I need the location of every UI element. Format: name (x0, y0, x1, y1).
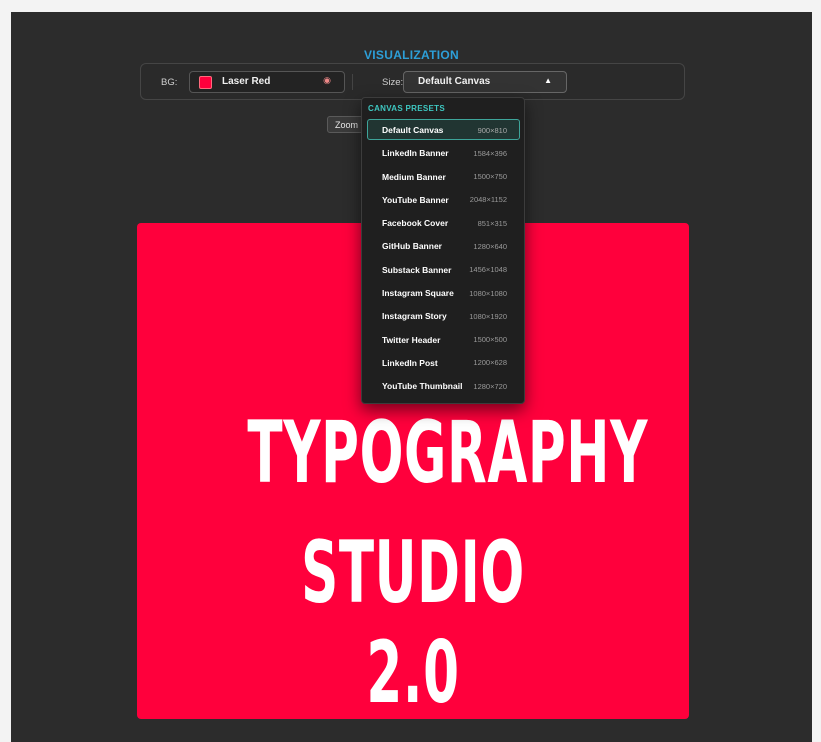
preset-dimensions: 1584×396 (473, 148, 507, 158)
preset-option[interactable]: Substack Banner 1456×1048 (367, 259, 520, 280)
preset-name: LinkedIn Banner (382, 148, 449, 159)
preset-list: Default Canvas 900×810 LinkedIn Banner 1584… (367, 119, 520, 399)
preset-name: YouTube Banner (382, 194, 449, 205)
preset-dimensions: 1280×640 (473, 241, 507, 251)
preset-dimensions: 1500×500 (473, 335, 507, 345)
preset-name: Medium Banner (382, 171, 446, 182)
preset-dimensions: 851×315 (477, 218, 507, 228)
preset-option[interactable]: Instagram Square 1080×1080 (367, 282, 520, 303)
preset-dimensions: 1080×1920 (469, 311, 507, 321)
preset-name: Substack Banner (382, 264, 452, 275)
preset-option[interactable]: Instagram Story 1080×1920 (367, 305, 520, 326)
toolbar: BG: Laser Red ◉ Size: Default Canvas ▲ (140, 63, 685, 100)
divider (352, 74, 353, 90)
section-title: VISUALIZATION (363, 48, 459, 62)
caret-up-icon: ▲ (544, 76, 552, 85)
preset-name: GitHub Banner (382, 241, 442, 252)
bg-color-name: Laser Red (222, 76, 271, 87)
preset-dimensions: 1500×750 (473, 172, 507, 182)
preset-name: LinkedIn Post (382, 357, 438, 368)
preset-name: YouTube Thumbnail (382, 381, 463, 392)
bg-label: BG: (161, 77, 178, 88)
canvas-size-select[interactable]: Default Canvas ▲ (403, 71, 567, 93)
preset-option[interactable]: GitHub Banner 1280×640 (367, 235, 520, 256)
preset-option[interactable]: LinkedIn Post 1200×628 (367, 352, 520, 373)
preset-dimensions: 900×810 (477, 125, 507, 135)
preset-name: Facebook Cover (382, 218, 449, 229)
bg-color-select[interactable]: Laser Red ◉ (189, 71, 345, 93)
preset-dimensions: 1080×1080 (469, 288, 507, 298)
preset-option[interactable]: Medium Banner 1500×750 (367, 166, 520, 187)
canvas-title-line1: TYPOGRAPHY (247, 403, 649, 503)
preset-option[interactable]: Default Canvas 900×810 (367, 119, 520, 140)
preset-name: Twitter Header (382, 334, 441, 345)
visualization-panel: VISUALIZATION BG: Laser Red ◉ Size: Defa… (11, 12, 812, 742)
dropdown-title: CANVAS PRESETS (368, 104, 445, 113)
preset-option[interactable]: Facebook Cover 851×315 (367, 212, 520, 233)
canvas-size-value: Default Canvas (418, 76, 491, 87)
preset-option[interactable]: YouTube Banner 2048×1152 (367, 189, 520, 210)
preset-dimensions: 1280×720 (473, 381, 507, 391)
preset-name: Default Canvas (382, 125, 444, 135)
size-label: Size: (382, 77, 404, 88)
preset-dimensions: 1200×628 (473, 358, 507, 368)
palette-icon[interactable]: ◉ (323, 75, 331, 86)
canvas-title-line2: STUDIO 2.0 (301, 523, 525, 723)
preset-dimensions: 2048×1152 (469, 195, 507, 205)
preset-option[interactable]: Twitter Header 1500×500 (367, 329, 520, 350)
canvas-presets-dropdown: CANVAS PRESETS Default Canvas 900×810 Link… (361, 97, 525, 404)
preset-name: Instagram Story (382, 311, 447, 322)
preset-option[interactable]: YouTube Thumbnail 1280×720 (367, 375, 520, 396)
preset-option[interactable]: LinkedIn Banner 1584×396 (367, 142, 520, 163)
color-swatch (199, 76, 212, 89)
preset-name: Instagram Square (382, 288, 454, 299)
preset-dimensions: 1456×1048 (469, 265, 507, 275)
